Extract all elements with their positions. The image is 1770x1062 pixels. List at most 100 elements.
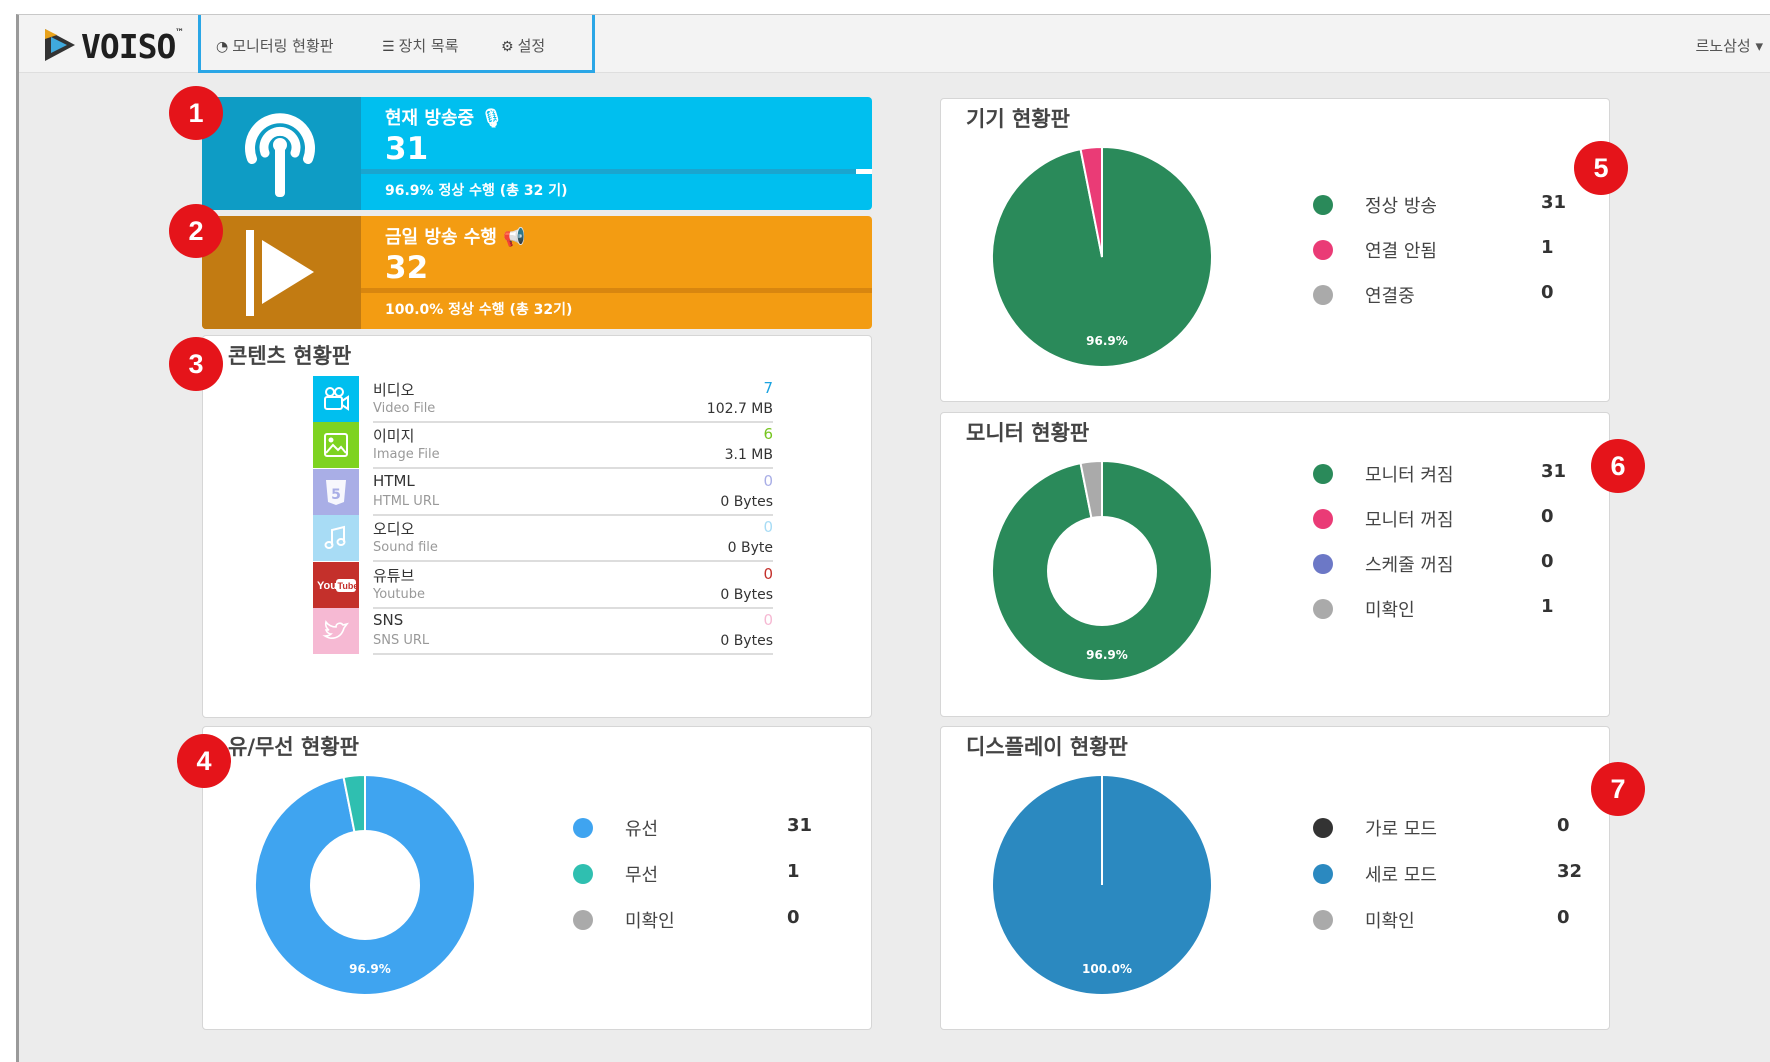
legend-label: 정상 방송 xyxy=(1365,196,1437,217)
tile-today-broadcast[interactable]: 금일 방송 수행 📢 32 100.0% 정상 수행 (총 32기) xyxy=(202,216,872,329)
tile-progress-bar xyxy=(361,169,872,174)
legend-item[interactable]: 가로 모드 0 xyxy=(1313,814,1573,840)
badge-6: 6 xyxy=(1591,439,1645,493)
legend-dot xyxy=(573,818,593,838)
content-count: 0 xyxy=(763,611,773,629)
monitor-dashboard-panel: 모니터 현황판 96.9% 모니터 켜짐 31 모니터 꺼짐 0 스케줄 꺼짐 0 미확인 1 xyxy=(940,412,1610,717)
legend-item[interactable]: 세로 모드 32 xyxy=(1313,860,1582,886)
nav-device-list[interactable]: ☰ 장치 목록 xyxy=(382,35,459,56)
video-camera-icon xyxy=(313,376,359,422)
html5-icon: 5 xyxy=(313,468,359,515)
network-donut-chart: 96.9% xyxy=(254,773,476,996)
play-icon xyxy=(202,216,361,329)
content-item-video-file[interactable]: 비디오 Video File 7 102.7 MB xyxy=(313,376,773,423)
legend-dot xyxy=(1313,240,1333,260)
badge-2: 2 xyxy=(169,204,223,258)
content-type: SNS URL xyxy=(373,633,430,648)
device-dashboard-panel: 기기 현황판 96.9% 정상 방송 31 연결 안됨 1 연결중 0 xyxy=(940,98,1610,402)
content-type: Sound file xyxy=(373,540,438,556)
content-type: Image File xyxy=(373,447,440,463)
content-name: 이미지 xyxy=(373,427,415,446)
legend-item[interactable]: 유선 31 xyxy=(573,814,833,840)
legend-item[interactable]: 스케줄 꺼짐 0 xyxy=(1313,550,1573,576)
legend-count: 31 xyxy=(1541,192,1567,213)
legend-count: 31 xyxy=(1541,461,1567,482)
content-size: 0 Bytes xyxy=(720,493,773,510)
legend-count: 32 xyxy=(1557,861,1583,882)
legend-item[interactable]: 연결 안됨 1 xyxy=(1313,236,1573,262)
svg-text:Tube: Tube xyxy=(338,581,359,591)
voiso-logo[interactable]: VOISO ™ xyxy=(41,25,191,66)
tile-progress-fill xyxy=(361,288,872,293)
user-menu-dropdown[interactable]: 르노삼성 ▾ xyxy=(1696,35,1764,56)
legend-label: 연결 안됨 xyxy=(1365,241,1437,262)
content-item-sns-url[interactable]: SNS SNS URL 0 0 Bytes xyxy=(313,608,773,655)
panel-title: 콘텐츠 현황판 xyxy=(228,344,352,368)
tile-value: 31 xyxy=(385,131,429,167)
content-name: 비디오 xyxy=(373,381,415,399)
gear-icon: ⚙ xyxy=(501,39,514,55)
music-note-icon xyxy=(313,515,359,562)
dashboard-icon: ◔ xyxy=(216,39,229,55)
content-item-image-file[interactable]: 이미지 Image File 6 3.1 MB xyxy=(313,422,773,470)
badge-3: 3 xyxy=(169,337,223,391)
content-count: 0 xyxy=(763,564,773,583)
tile-title: 현재 방송중 🎙 xyxy=(385,108,504,129)
legend-label: 미확인 xyxy=(1365,911,1415,932)
content-item-youtube[interactable]: You Tube 유튜브 Youtube 0 0 Bytes xyxy=(313,561,773,609)
network-dashboard-panel: 유/무선 현황판 96.9% 유선 31 무선 1 미확인 0 xyxy=(202,726,872,1030)
legend-item[interactable]: 미확인 0 xyxy=(573,906,833,932)
content-item-html-url[interactable]: 5 HTML HTML URL 0 0 Bytes xyxy=(313,468,773,516)
megaphone-icon: 📢 xyxy=(503,227,526,248)
tile-value: 32 xyxy=(385,250,429,286)
legend-label: 모니터 켜짐 xyxy=(1365,465,1454,486)
nav-settings[interactable]: ⚙ 설정 xyxy=(501,35,545,56)
contents-dashboard-panel: 콘텐츠 현황판 비디오 Video File 7 102.7 MB 이미지 Image F… xyxy=(202,335,872,718)
svg-text:You: You xyxy=(317,580,337,592)
content-size: 0 Bytes xyxy=(720,586,773,603)
content-item-sound-file[interactable]: 오디오 Sound file 0 0 Byte xyxy=(313,515,773,563)
display-dashboard-panel: 디스플레이 현황판 100.0% 가로 모드 0 세로 모드 32 미확인 0 xyxy=(940,726,1610,1030)
legend-item[interactable]: 미확인 0 xyxy=(1313,906,1573,932)
legend-count: 0 xyxy=(1557,815,1570,836)
legend-item[interactable]: 무선 1 xyxy=(573,860,833,886)
legend-dot xyxy=(1313,195,1333,215)
legend-item[interactable]: 정상 방송 31 xyxy=(1313,191,1573,217)
badge-1: 1 xyxy=(169,86,223,140)
legend-dot xyxy=(573,864,593,884)
donut-hole xyxy=(1047,516,1157,626)
legend-dot xyxy=(1313,910,1333,930)
microphone-icon: 🎙 xyxy=(480,108,504,129)
legend-item[interactable]: 미확인 1 xyxy=(1313,595,1573,621)
legend-count: 1 xyxy=(1541,237,1554,258)
badge-5: 5 xyxy=(1574,141,1628,195)
tile-progress-fill xyxy=(361,169,857,174)
content-count: 0 xyxy=(763,518,773,537)
legend-item[interactable]: 모니터 꺼짐 0 xyxy=(1313,505,1573,531)
youtube-icon: You Tube xyxy=(313,561,359,608)
logo-text: VOISO xyxy=(81,27,176,66)
svg-text:5: 5 xyxy=(331,487,341,503)
legend-label: 모니터 꺼짐 xyxy=(1365,510,1454,531)
content-name: SNS xyxy=(373,611,404,629)
logo-play-icon xyxy=(45,29,75,61)
legend-item[interactable]: 모니터 켜짐 31 xyxy=(1313,460,1573,486)
nav-monitoring-dashboard[interactable]: ◔ 모니터링 현황판 xyxy=(216,35,334,56)
badge-7: 7 xyxy=(1591,762,1645,816)
device-pie-chart: 96.9% xyxy=(991,145,1213,368)
content-count: 7 xyxy=(763,379,773,397)
pie-percent-label: 96.9% xyxy=(349,962,391,976)
legend-count: 0 xyxy=(1541,506,1554,527)
legend-label: 미확인 xyxy=(1365,600,1415,621)
content-name: HTML xyxy=(373,471,415,490)
display-pie-chart: 100.0% xyxy=(991,774,1213,996)
tile-now-broadcasting[interactable]: 현재 방송중 🎙 31 96.9% 정상 수행 (총 32 기) xyxy=(202,97,872,210)
legend-label: 미확인 xyxy=(625,911,675,932)
panel-title: 기기 현황판 xyxy=(966,107,1070,131)
legend-dot xyxy=(1313,864,1333,884)
broadcast-icon xyxy=(202,97,361,210)
legend-dot xyxy=(1313,818,1333,838)
legend-item[interactable]: 연결중 0 xyxy=(1313,281,1573,307)
top-navbar: VOISO ™ ◔ 모니터링 현황판 ☰ 장치 목록 ⚙ 설정 르노삼성 ▾ xyxy=(19,15,1770,73)
content-type: HTML URL xyxy=(373,493,440,509)
